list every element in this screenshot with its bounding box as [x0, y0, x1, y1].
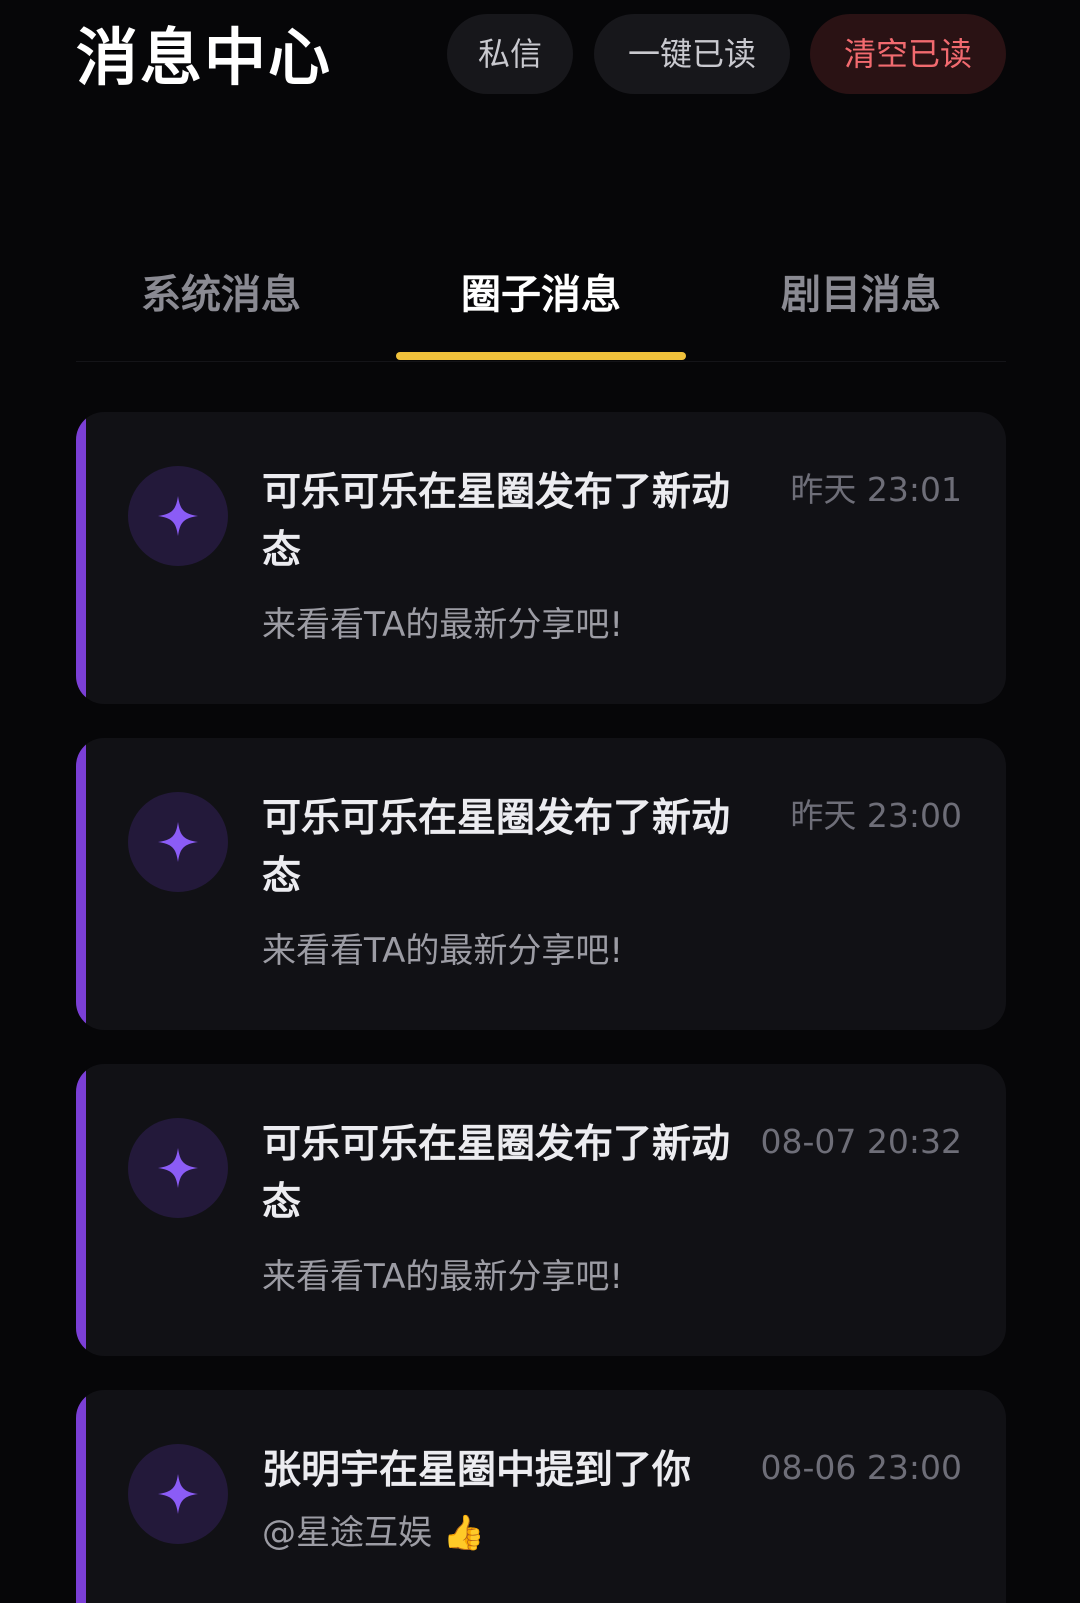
- sparkle-icon: [158, 1148, 198, 1188]
- page-title: 消息中心: [76, 21, 333, 94]
- clear-read-button[interactable]: 清空已读: [810, 14, 1006, 94]
- message-title: 可乐可乐在星圈发布了新动态: [262, 1122, 731, 1225]
- message-time: 昨天 23:01: [790, 470, 962, 509]
- message-avatar: [128, 466, 228, 566]
- sparkle-icon: [158, 496, 198, 536]
- message-time: 08-07 20:32: [760, 1122, 962, 1161]
- message-list: 可乐可乐在星圈发布了新动态 昨天 23:01 来看看TA的最新分享吧! 可乐可乐…: [76, 412, 1006, 1603]
- message-body: 来看看TA的最新分享吧!: [262, 1257, 624, 1297]
- message-item[interactable]: 可乐可乐在星圈发布了新动态 08-07 20:32 来看看TA的最新分享吧!: [76, 1064, 1006, 1356]
- message-item[interactable]: 可乐可乐在星圈发布了新动态 昨天 23:00 来看看TA的最新分享吧!: [76, 738, 1006, 1030]
- sparkle-icon: [158, 1474, 198, 1514]
- message-title: 可乐可乐在星圈发布了新动态: [262, 470, 731, 573]
- message-body: @星途互娱 👍: [262, 1513, 486, 1553]
- message-avatar: [128, 792, 228, 892]
- message-title: 张明宇在星圈中提到了你: [262, 1448, 692, 1493]
- tab-drama-messages[interactable]: 剧目消息: [716, 250, 1006, 340]
- message-center-page: 消息中心 私信 一键已读 清空已读 系统消息 圈子消息 剧目消息 可乐可乐在星圈…: [0, 0, 1080, 1603]
- header: 消息中心 私信 一键已读 清空已读: [0, 0, 1080, 110]
- mark-all-read-button[interactable]: 一键已读: [594, 14, 790, 94]
- message-avatar: [128, 1118, 228, 1218]
- sparkle-icon: [158, 822, 198, 862]
- tab-system-messages[interactable]: 系统消息: [76, 250, 366, 340]
- message-item[interactable]: 张明宇在星圈中提到了你 08-06 23:00 @星途互娱 👍: [76, 1390, 1006, 1603]
- message-body: 来看看TA的最新分享吧!: [262, 605, 624, 645]
- message-body: 来看看TA的最新分享吧!: [262, 931, 624, 971]
- active-tab-indicator: [396, 352, 686, 360]
- message-item[interactable]: 可乐可乐在星圈发布了新动态 昨天 23:01 来看看TA的最新分享吧!: [76, 412, 1006, 704]
- tab-bar: 系统消息 圈子消息 剧目消息: [76, 250, 1006, 362]
- direct-message-button[interactable]: 私信: [447, 14, 573, 94]
- message-avatar: [128, 1444, 228, 1544]
- tab-circle-messages[interactable]: 圈子消息: [396, 250, 686, 340]
- message-time: 昨天 23:00: [790, 796, 962, 835]
- message-time: 08-06 23:00: [760, 1448, 962, 1487]
- message-title: 可乐可乐在星圈发布了新动态: [262, 796, 731, 899]
